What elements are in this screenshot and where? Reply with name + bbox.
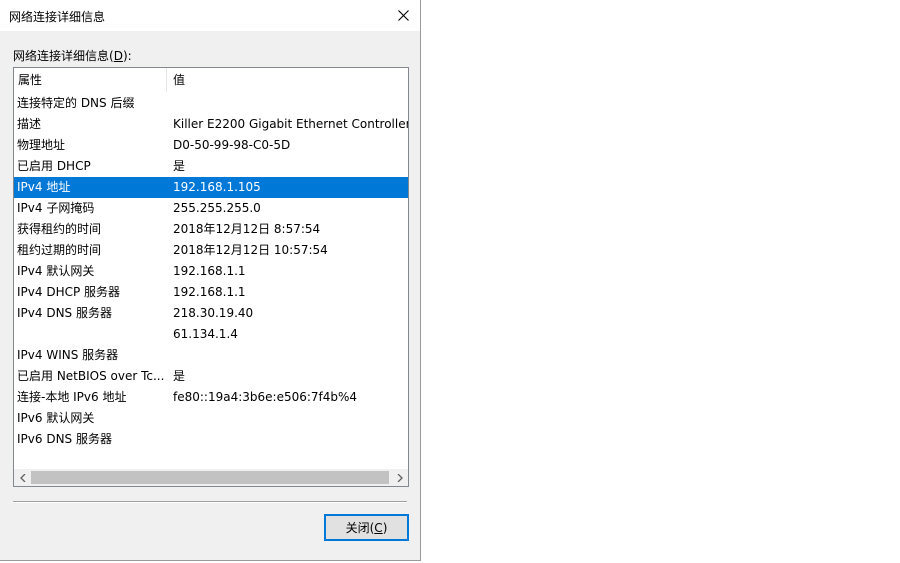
- details-label: 网络连接详细信息(D):: [13, 47, 132, 64]
- network-details-dialog: 网络连接详细信息 网络连接详细信息(D): 属性 值 连接特定的 DNS 后缀描…: [0, 0, 421, 561]
- close-button[interactable]: 关闭(C): [324, 514, 409, 541]
- property-value: 192.168.1.105: [173, 180, 261, 194]
- property-value: 61.134.1.4: [173, 327, 238, 341]
- window-title: 网络连接详细信息: [9, 10, 106, 24]
- property-value: 255.255.255.0: [173, 201, 261, 215]
- list-item[interactable]: 租约过期的时间 2018年12月12日 10:57:54: [14, 240, 408, 261]
- property-value: 是: [173, 159, 186, 173]
- property-value: 2018年12月12日 10:57:54: [173, 243, 328, 257]
- property-value: 192.168.1.1: [173, 285, 246, 299]
- column-divider[interactable]: [166, 68, 167, 92]
- property-value: fe80::19a4:3b6e:e506:7f4b%4: [173, 390, 358, 404]
- property-value: 是: [173, 369, 186, 383]
- list-item[interactable]: IPv4 DHCP 服务器 192.168.1.1: [14, 282, 408, 303]
- property-name: 已启用 DHCP: [17, 159, 91, 173]
- close-icon: [397, 10, 409, 21]
- property-name: IPv4 DHCP 服务器: [17, 285, 121, 299]
- scroll-left-icon[interactable]: [14, 469, 31, 486]
- property-name: IPv4 默认网关: [17, 264, 95, 278]
- property-name: 连接特定的 DNS 后缀: [17, 96, 135, 110]
- property-value: 192.168.1.1: [173, 264, 246, 278]
- property-name: IPv6 DNS 服务器: [17, 432, 112, 446]
- list-item[interactable]: 已启用 NetBIOS over Tc... 是: [14, 366, 408, 387]
- list-item[interactable]: IPv6 DNS 服务器: [14, 429, 408, 450]
- scrollbar-thumb[interactable]: [31, 471, 389, 484]
- list-item[interactable]: IPv6 默认网关: [14, 408, 408, 429]
- property-name: 连接-本地 IPv6 地址: [17, 390, 127, 404]
- list-item[interactable]: 描述 Killer E2200 Gigabit Ethernet Controll…: [14, 114, 408, 135]
- property-name: 物理地址: [17, 138, 66, 152]
- title-close-button[interactable]: [386, 0, 420, 31]
- property-name: 已启用 NetBIOS over Tc...: [17, 369, 165, 383]
- property-value: 218.30.19.40: [173, 306, 254, 320]
- close-button-prefix: 关闭(: [345, 521, 375, 535]
- details-label-prefix: 网络连接详细信息(: [13, 49, 114, 63]
- title-bar: 网络连接详细信息: [0, 0, 420, 31]
- property-name: IPv4 子网掩码: [17, 201, 95, 215]
- property-name: IPv4 DNS 服务器: [17, 306, 112, 320]
- list-item[interactable]: 连接特定的 DNS 后缀: [14, 93, 408, 114]
- property-value: D0-50-99-98-C0-5D: [173, 138, 291, 152]
- divider: [13, 501, 407, 503]
- details-label-mnemonic: D: [113, 49, 123, 63]
- property-name: 描述: [17, 117, 42, 131]
- list-item[interactable]: IPv4 WINS 服务器: [14, 345, 408, 366]
- list-item[interactable]: IPv4 子网掩码 255.255.255.0: [14, 198, 408, 219]
- list-item[interactable]: 已启用 DHCP 是: [14, 156, 408, 177]
- property-name: IPv4 WINS 服务器: [17, 348, 119, 362]
- property-value: 2018年12月12日 8:57:54: [173, 222, 321, 236]
- list-rows: 连接特定的 DNS 后缀 描述 Killer E2200 Gigabit Ether…: [14, 93, 408, 450]
- property-name: IPv4 地址: [17, 180, 71, 194]
- property-name: 租约过期的时间: [17, 243, 102, 257]
- list-item[interactable]: 61.134.1.4: [14, 324, 408, 345]
- details-label-suffix: ):: [122, 49, 132, 63]
- close-button-suffix: ): [382, 520, 388, 535]
- property-name: IPv6 默认网关: [17, 411, 95, 425]
- list-item[interactable]: IPv4 默认网关 192.168.1.1: [14, 261, 408, 282]
- horizontal-scrollbar[interactable]: [14, 469, 408, 486]
- column-header-property[interactable]: 属性: [18, 68, 166, 92]
- property-value: Killer E2200 Gigabit Ethernet Controller: [173, 117, 409, 131]
- close-button-mnemonic: C: [374, 520, 383, 535]
- scroll-right-icon[interactable]: [391, 469, 408, 486]
- list-item[interactable]: IPv4 DNS 服务器 218.30.19.40: [14, 303, 408, 324]
- column-header-value[interactable]: 值: [173, 68, 185, 92]
- list-item[interactable]: 物理地址 D0-50-99-98-C0-5D: [14, 135, 408, 156]
- list-item[interactable]: IPv4 地址 192.168.1.105: [14, 177, 408, 198]
- details-list[interactable]: 属性 值 连接特定的 DNS 后缀 描述 Killer E2200 Gigabit …: [13, 67, 409, 487]
- list-item[interactable]: 连接-本地 IPv6 地址 fe80::19a4:3b6e:e506:7f4b%4: [14, 387, 408, 408]
- list-header: 属性 值: [14, 68, 408, 92]
- property-name: 获得租约的时间: [17, 222, 102, 236]
- list-item[interactable]: 获得租约的时间 2018年12月12日 8:57:54: [14, 219, 408, 240]
